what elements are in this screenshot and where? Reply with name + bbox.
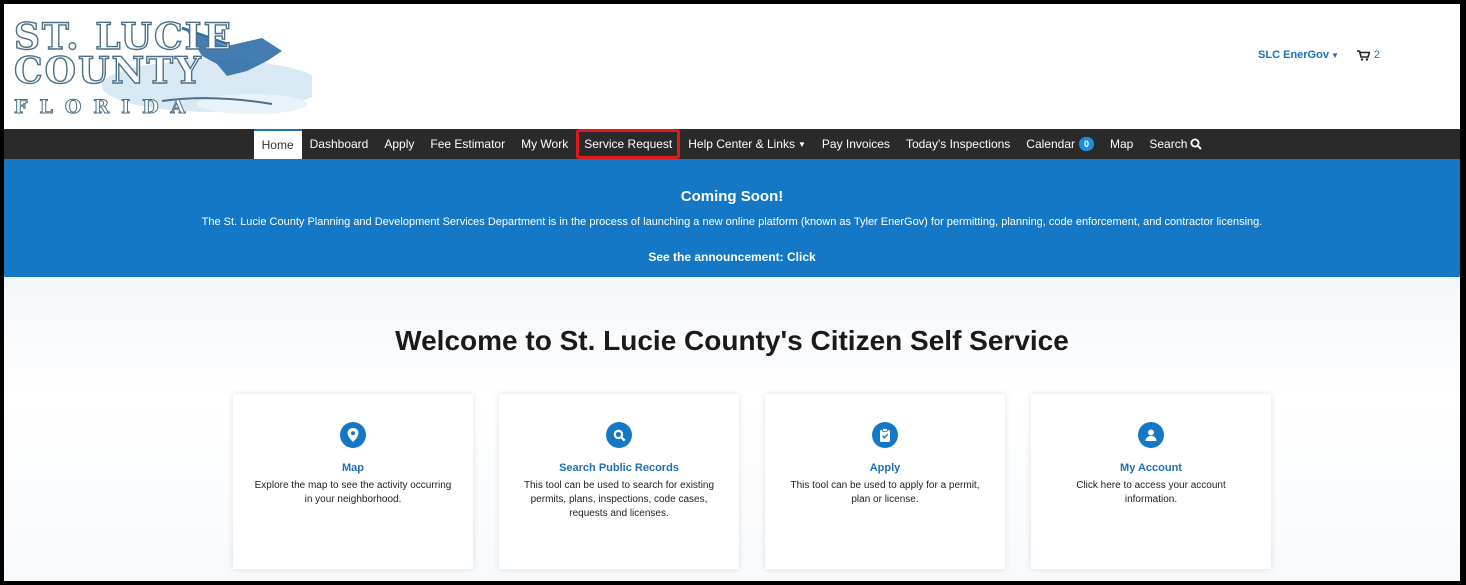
- nav-service-request[interactable]: Service Request: [576, 129, 681, 159]
- nav-label: Search: [1149, 137, 1188, 151]
- nav-apply[interactable]: Apply: [376, 129, 422, 159]
- search-icon: [1190, 138, 1203, 150]
- search-records-card[interactable]: Search Public Records This tool can be u…: [499, 394, 739, 569]
- welcome-section: Welcome to St. Lucie County's Citizen Se…: [4, 277, 1460, 581]
- nav-calendar[interactable]: Calendar 0: [1018, 129, 1102, 159]
- cart-count: 2: [1373, 49, 1380, 61]
- nav-label: Help Center & Links: [688, 137, 795, 151]
- banner-title: Coming Soon!: [680, 188, 784, 205]
- account-menu-label: SLC EnerGov: [1258, 49, 1329, 61]
- nav-search[interactable]: Search: [1141, 129, 1210, 159]
- top-right-menu: SLC EnerGov ▼ 2: [1258, 49, 1380, 61]
- card-title: Map: [342, 462, 364, 474]
- county-logo[interactable]: ST. LUCIE COUNTY FLORIDA: [12, 15, 312, 124]
- nav-label: Pay Invoices: [821, 137, 890, 151]
- header: ST. LUCIE COUNTY FLORIDA SLC EnerGov ▼ 2: [4, 4, 1460, 129]
- nav-label: Calendar: [1026, 137, 1075, 151]
- nav-pay-invoices[interactable]: Pay Invoices: [814, 129, 898, 159]
- nav-dashboard[interactable]: Dashboard: [302, 129, 377, 159]
- nav-fee-estimator[interactable]: Fee Estimator: [422, 129, 513, 159]
- nav-label: Dashboard: [309, 137, 369, 151]
- nav-label: Apply: [384, 137, 415, 151]
- nav-todays-inspections[interactable]: Today's Inspections: [898, 129, 1018, 159]
- announcement-link[interactable]: See the announcement: Click: [4, 250, 1460, 264]
- cart-button[interactable]: 2: [1356, 49, 1380, 61]
- nav-label: Map: [1110, 137, 1134, 151]
- card-description: Click here to access your account inform…: [1076, 480, 1226, 505]
- caret-down-icon: ▼: [1330, 51, 1339, 60]
- card-title: Search Public Records: [559, 462, 679, 474]
- card-title: My Account: [1120, 462, 1182, 474]
- user-icon: [1138, 422, 1164, 448]
- nav-label: My Work: [521, 137, 569, 151]
- clipboard-check-icon: [872, 422, 898, 448]
- account-menu-button[interactable]: SLC EnerGov ▼: [1258, 49, 1339, 61]
- nav-label: Today's Inspections: [905, 137, 1011, 151]
- card-description: Explore the map to see the activity occu…: [254, 480, 452, 505]
- banner-text: The St. Lucie County Planning and Develo…: [201, 216, 1263, 228]
- caret-down-icon: ▼: [797, 139, 806, 149]
- nav-home[interactable]: Home: [253, 129, 302, 159]
- card-description: This tool can be used to search for exis…: [523, 480, 715, 519]
- search-icon: [606, 422, 632, 448]
- apply-card[interactable]: Apply This tool can be used to apply for…: [765, 394, 1005, 569]
- main-nav: Home Dashboard Apply Fee Estimator My Wo…: [4, 129, 1460, 159]
- map-card[interactable]: Map Explore the map to see the activity …: [233, 394, 473, 569]
- nav-label: Fee Estimator: [430, 137, 506, 151]
- nav-my-work[interactable]: My Work: [513, 129, 576, 159]
- map-marker-icon: [340, 422, 366, 448]
- cart-icon: [1356, 49, 1370, 61]
- card-description: This tool can be used to apply for a per…: [790, 480, 980, 505]
- welcome-title: Welcome to St. Lucie County's Citizen Se…: [395, 325, 1069, 356]
- nav-map[interactable]: Map: [1102, 129, 1141, 159]
- logo-line2: COUNTY: [13, 49, 203, 92]
- my-account-card[interactable]: My Account Click here to access your acc…: [1031, 394, 1271, 569]
- announcement-banner: Coming Soon! The St. Lucie County Planni…: [4, 159, 1460, 277]
- card-title: Apply: [869, 462, 901, 474]
- page-frame: ST. LUCIE COUNTY FLORIDA SLC EnerGov ▼ 2 …: [4, 4, 1460, 581]
- calendar-badge: 0: [1079, 137, 1094, 151]
- nav-label: Home: [261, 138, 294, 152]
- nav-help-center[interactable]: Help Center & Links ▼: [680, 129, 814, 159]
- nav-label: Service Request: [584, 137, 673, 151]
- logo-line3: FLORIDA: [13, 96, 198, 119]
